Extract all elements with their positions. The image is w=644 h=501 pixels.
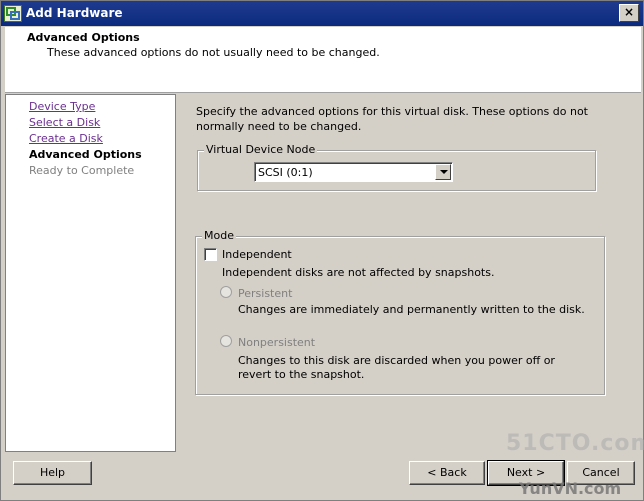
nonpersistent-label[interactable]: Nonpersistent bbox=[238, 336, 315, 349]
independent-label[interactable]: Independent bbox=[222, 248, 292, 261]
back-button[interactable]: < Back bbox=[409, 461, 485, 485]
virtual-device-node-legend: Virtual Device Node bbox=[204, 143, 318, 156]
independent-description: Independent disks are not affected by sn… bbox=[222, 266, 495, 279]
mode-group: Mode Independent Independent disks are n… bbox=[195, 229, 605, 395]
page-subtitle: These advanced options do not usually ne… bbox=[47, 46, 380, 59]
wizard-steps-sidebar: Device Type Select a Disk Create a Disk … bbox=[5, 94, 176, 452]
page-title: Advanced Options bbox=[27, 31, 140, 44]
persistent-description: Changes are immediately and permanently … bbox=[238, 303, 585, 316]
sidebar-item-select-a-disk[interactable]: Select a Disk bbox=[29, 116, 100, 129]
chevron-down-icon[interactable] bbox=[435, 164, 451, 180]
wizard-header: Advanced Options These advanced options … bbox=[5, 27, 641, 93]
main-content: Specify the advanced options for this vi… bbox=[177, 94, 643, 452]
sidebar-item-create-a-disk[interactable]: Create a Disk bbox=[29, 132, 103, 145]
persistent-label[interactable]: Persistent bbox=[238, 287, 292, 300]
vmware-logo-icon bbox=[4, 5, 22, 22]
title-bar: Add Hardware × bbox=[1, 1, 643, 26]
intro-text: Specify the advanced options for this vi… bbox=[196, 105, 588, 133]
close-button[interactable]: × bbox=[619, 4, 639, 22]
watermark-51cto: 51CTO.com bbox=[506, 431, 644, 456]
sidebar-item-ready-to-complete: Ready to Complete bbox=[29, 164, 135, 177]
persistent-radio[interactable] bbox=[220, 286, 232, 298]
mode-legend: Mode bbox=[202, 229, 236, 242]
sidebar-item-advanced-options: Advanced Options bbox=[29, 148, 142, 161]
nonpersistent-description: Changes to this disk are discarded when … bbox=[238, 354, 555, 381]
watermark-yunvn: YunVN.com bbox=[519, 479, 622, 498]
help-button[interactable]: Help bbox=[13, 461, 92, 485]
virtual-device-node-value: SCSI (0:1) bbox=[258, 166, 313, 179]
window-title: Add Hardware bbox=[26, 6, 123, 20]
sidebar-item-device-type[interactable]: Device Type bbox=[29, 100, 95, 113]
virtual-device-node-group: Virtual Device Node SCSI (0:1) bbox=[197, 143, 596, 191]
virtual-device-node-select[interactable]: SCSI (0:1) bbox=[254, 162, 453, 182]
add-hardware-window: Add Hardware × Advanced Options These ad… bbox=[0, 0, 644, 501]
independent-checkbox[interactable] bbox=[204, 248, 217, 261]
nonpersistent-radio[interactable] bbox=[220, 335, 232, 347]
